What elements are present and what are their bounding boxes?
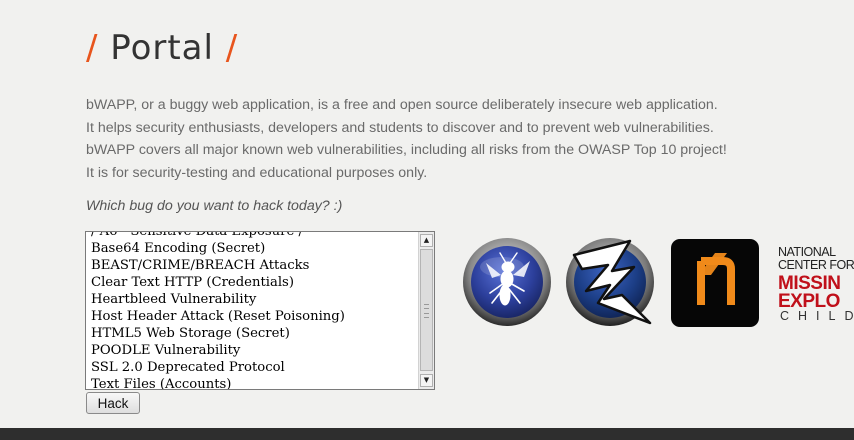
bug-option[interactable]: POODLE Vulnerability [91,342,416,359]
bug-question: Which bug do you want to hack today? :) [86,198,343,214]
netsparker-n-icon [697,253,735,305]
page-title: / Portal / [86,28,238,68]
intro-line: It is for security-testing and education… [86,165,428,182]
intro-text: bWAPP, or a buggy web application, is a … [86,94,786,185]
bug-option[interactable]: Host Header Attack (Reset Poisoning) [91,308,416,325]
bug-option[interactable]: SSL 2.0 Deprecated Protocol [91,359,416,376]
title-slash-left: / [86,28,99,68]
grip-icon [424,304,429,318]
bug-select-list[interactable]: / A6 - Sensitive Data Exposure / Base64 … [85,231,435,390]
owasp-logo[interactable] [462,237,552,327]
bug-option[interactable]: Text Files (Accounts) [91,376,416,389]
zap-lightning-icon [566,238,654,326]
intro-line: bWAPP, or a buggy web application, is a … [86,97,718,113]
bug-option[interactable]: BEAST/CRIME/BREACH Attacks [91,257,416,274]
bug-option[interactable]: / A6 - Sensitive Data Exposure / [91,232,416,240]
footer-bar [0,428,854,440]
bug-option[interactable]: Clear Text HTTP (Credentials) [91,274,416,291]
title-slash-right: / [225,28,239,68]
zap-logo[interactable] [564,237,656,327]
ncmec-text-line: CHILD [780,309,854,323]
scroll-down-arrow-icon[interactable]: ▼ [420,374,433,387]
ncmec-text-line: CENTER FOR [778,258,854,272]
scrollbar-thumb[interactable] [420,249,433,371]
bug-option[interactable]: Base64 Encoding (Secret) [91,240,416,257]
ncmec-logo[interactable]: NATIONAL CENTER FOR MISSIN EXPLO CHILD [776,236,854,326]
owasp-wasp-icon [463,238,551,326]
intro-line: bWAPP covers all major known web vulnera… [86,142,727,159]
scroll-up-arrow-icon[interactable]: ▲ [420,234,433,247]
bug-option[interactable]: Heartbleed Vulnerability [91,291,416,308]
bug-list-items: / A6 - Sensitive Data Exposure / Base64 … [91,232,416,389]
bug-option[interactable]: HTML5 Web Storage (Secret) [91,325,416,342]
netsparker-logo[interactable] [671,239,759,327]
intro-line: It helps security enthusiasts, developer… [86,119,714,136]
title-text: Portal [110,28,214,68]
list-scrollbar[interactable]: ▲ ▼ [418,232,434,389]
ncmec-text-line: NATIONAL [778,245,836,259]
hack-button[interactable]: Hack [86,392,140,414]
